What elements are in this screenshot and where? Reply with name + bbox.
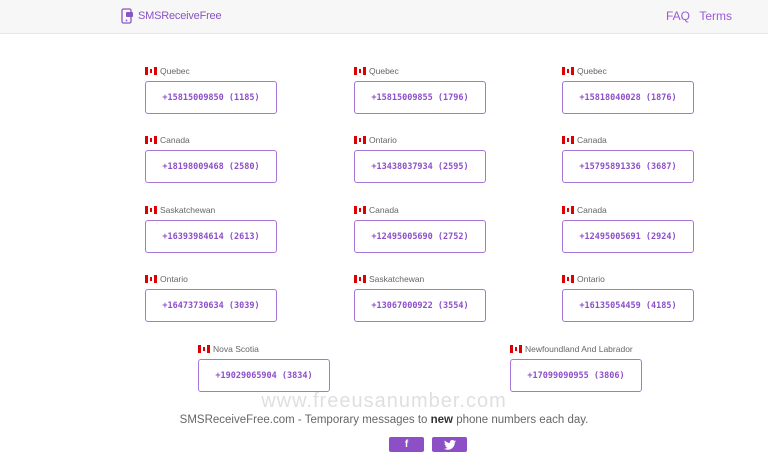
top-bar: SMSReceiveFree FAQ Terms: [0, 0, 768, 34]
number-card: Canada +15795891336 (3687): [562, 134, 694, 183]
region-label: Quebec: [160, 66, 190, 76]
region-label: Canada: [577, 135, 607, 145]
phone-number-button[interactable]: +12495005690 (2752): [354, 220, 486, 253]
nav-terms-link[interactable]: Terms: [699, 9, 732, 23]
canada-flag-icon: [145, 206, 157, 214]
number-card: Quebec +15815009855 (1796): [354, 65, 486, 114]
phone-number-button[interactable]: +15815009855 (1796): [354, 81, 486, 114]
phone-number-button[interactable]: +13438037934 (2595): [354, 150, 486, 183]
phone-number-button[interactable]: +15818040028 (1876): [562, 81, 694, 114]
phone-number-button[interactable]: +16393984614 (2613): [145, 220, 277, 253]
region-label: Newfoundland And Labrador: [525, 344, 633, 354]
number-card: Saskatchewan +16393984614 (2613): [145, 204, 277, 253]
region-label: Saskatchewan: [160, 205, 216, 215]
phone-number-button[interactable]: +17099090955 (3806): [510, 359, 642, 392]
region-label: Quebec: [369, 66, 399, 76]
phone-number-button[interactable]: +13067000922 (3554): [354, 289, 486, 322]
number-card: Nova Scotia +19029065904 (3834): [198, 343, 330, 392]
number-card: Canada +12495005690 (2752): [354, 204, 486, 253]
phone-logo-icon: [121, 8, 133, 24]
phone-number-button[interactable]: +16135054459 (4185): [562, 289, 694, 322]
number-card: Canada +18198009468 (2580): [145, 134, 277, 183]
twitter-share-button[interactable]: [432, 437, 467, 452]
number-card: Quebec +15818040028 (1876): [562, 65, 694, 114]
phone-number-button[interactable]: +12495005691 (2924): [562, 220, 694, 253]
social-buttons: f: [389, 437, 467, 452]
watermark-text: www.freeusanumber.com: [261, 390, 507, 412]
region-label: Canada: [160, 135, 190, 145]
canada-flag-icon: [510, 345, 522, 353]
canada-flag-icon: [562, 136, 574, 144]
region-label: Ontario: [160, 274, 188, 284]
canada-flag-icon: [145, 136, 157, 144]
number-card: Canada +12495005691 (2924): [562, 204, 694, 253]
region-label: Ontario: [369, 135, 397, 145]
phone-number-button[interactable]: +18198009468 (2580): [145, 150, 277, 183]
region-label: Saskatchewan: [369, 274, 425, 284]
canada-flag-icon: [354, 275, 366, 283]
region-label: Quebec: [577, 66, 607, 76]
canada-flag-icon: [354, 67, 366, 75]
number-card: Ontario +16135054459 (4185): [562, 273, 694, 322]
region-label: Nova Scotia: [213, 344, 259, 354]
number-card: Saskatchewan +13067000922 (3554): [354, 273, 486, 322]
phone-number-button[interactable]: +16473730634 (3039): [145, 289, 277, 322]
nav-faq-link[interactable]: FAQ: [666, 9, 690, 23]
twitter-icon: [443, 439, 456, 450]
brand-logo[interactable]: SMSReceiveFree: [121, 8, 222, 24]
region-label: Ontario: [577, 274, 605, 284]
phone-number-button[interactable]: +19029065904 (3834): [198, 359, 330, 392]
number-card: Quebec +15815009850 (1185): [145, 65, 277, 114]
canada-flag-icon: [354, 136, 366, 144]
region-label: Canada: [369, 205, 399, 215]
canada-flag-icon: [145, 275, 157, 283]
facebook-icon: f: [404, 439, 409, 450]
canada-flag-icon: [562, 67, 574, 75]
phone-number-button[interactable]: +15815009850 (1185): [145, 81, 277, 114]
canada-flag-icon: [562, 275, 574, 283]
top-nav: FAQ Terms: [660, 9, 732, 23]
canada-flag-icon: [198, 345, 210, 353]
footer-tagline: SMSReceiveFree.com - Temporary messages …: [179, 414, 589, 426]
region-label: Canada: [577, 205, 607, 215]
number-card: Ontario +13438037934 (2595): [354, 134, 486, 183]
phone-number-button[interactable]: +15795891336 (3687): [562, 150, 694, 183]
number-card: Newfoundland And Labrador +17099090955 (…: [510, 343, 642, 392]
canada-flag-icon: [145, 67, 157, 75]
facebook-share-button[interactable]: f: [389, 437, 424, 452]
brand-name: SMSReceiveFree: [138, 10, 222, 22]
canada-flag-icon: [562, 206, 574, 214]
canada-flag-icon: [354, 206, 366, 214]
number-card: Ontario +16473730634 (3039): [145, 273, 277, 322]
